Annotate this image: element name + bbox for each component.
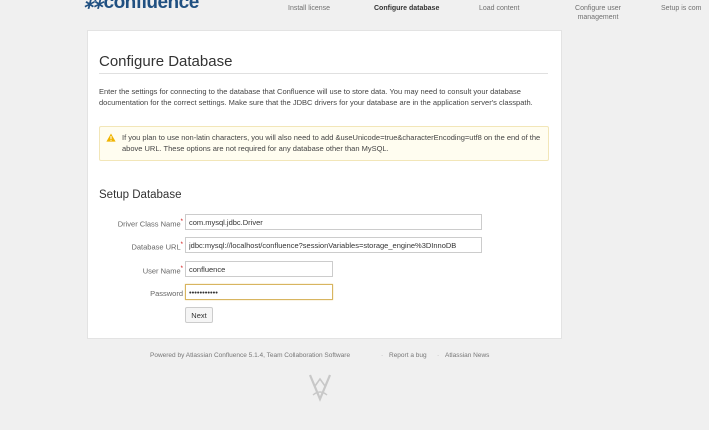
- footer-separator: ·: [381, 352, 384, 359]
- driver-class-input[interactable]: [185, 214, 482, 230]
- confluence-logo-icon: ⁂: [84, 0, 103, 13]
- powered-by-text: Powered by Atlassian Confluence 5.1.4, T…: [150, 352, 351, 359]
- required-mark: *: [180, 242, 183, 248]
- title-divider: [99, 73, 548, 74]
- user-name-input[interactable]: [185, 261, 333, 277]
- top-bar: ⁂confluence Install license Configure da…: [0, 0, 709, 30]
- user-label-text: User Name: [142, 266, 181, 276]
- report-bug-link[interactable]: Report a bug: [389, 352, 427, 359]
- intro-text: Enter the settings for connecting to the…: [99, 87, 533, 107]
- warning-icon: [106, 133, 116, 142]
- footer-separator: ·: [437, 352, 440, 359]
- next-button[interactable]: Next: [185, 307, 213, 323]
- url-label-text: Database URL: [131, 242, 181, 252]
- footer: Powered by Atlassian Confluence 5.1.4, T…: [0, 352, 709, 364]
- required-mark: *: [180, 266, 183, 272]
- driver-label: Driver Class Name*: [99, 219, 183, 229]
- page-title: Configure Database: [99, 53, 233, 71]
- warning-message: If you plan to use non-latin characters,…: [99, 126, 549, 161]
- password-label: Password: [150, 289, 183, 298]
- confluence-logo[interactable]: ⁂confluence: [84, 0, 199, 14]
- password-input[interactable]: [185, 284, 333, 300]
- section-title: Setup Database: [99, 189, 182, 201]
- logo-text: confluence: [103, 0, 200, 13]
- step-setup-complete: Setup is com: [661, 5, 702, 12]
- required-mark: *: [180, 219, 183, 225]
- step-install-license: Install license: [288, 5, 331, 12]
- atlassian-logo-icon: [308, 374, 332, 402]
- step-configure-database: Configure database: [374, 5, 440, 12]
- configure-database-panel: Configure Database Enter the settings fo…: [87, 30, 562, 339]
- step-load-content: Load content: [479, 5, 520, 12]
- atlassian-news-link[interactable]: Atlassian News: [445, 352, 489, 359]
- driver-label-text: Driver Class Name: [117, 219, 181, 229]
- warning-text: If you plan to use non-latin characters,…: [122, 133, 541, 153]
- database-url-input[interactable]: [185, 237, 482, 253]
- url-label: Database URL*: [99, 242, 183, 252]
- step-configure-user-management: Configure user management: [575, 5, 621, 21]
- user-label: User Name*: [99, 266, 183, 276]
